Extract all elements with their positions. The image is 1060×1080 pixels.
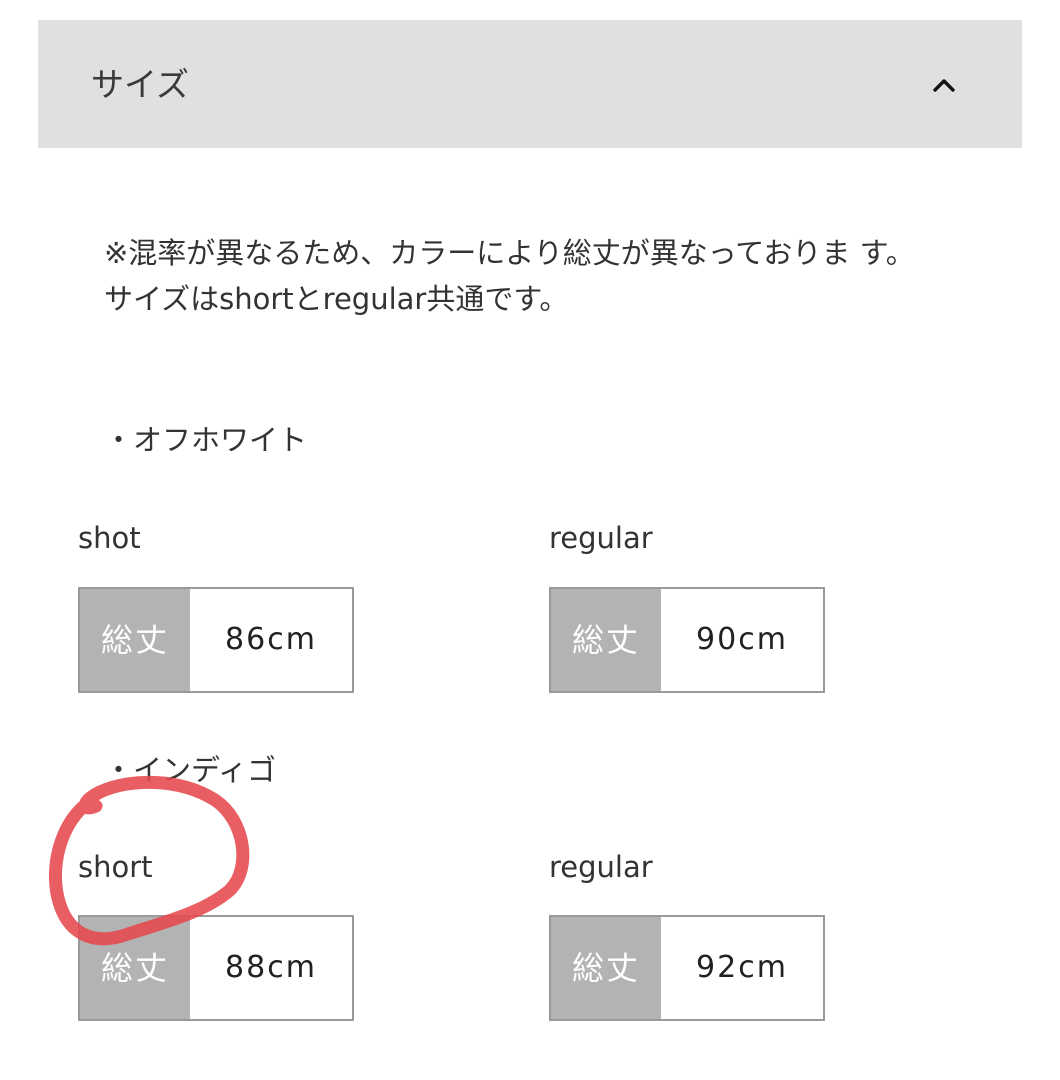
size-value: 88cm — [225, 950, 317, 985]
chevron-up-icon[interactable] — [931, 72, 957, 98]
note-common-size: サイズはshortとregular共通です。 — [104, 282, 569, 316]
size-value: 90cm — [696, 622, 788, 657]
size-key-label: 総丈 — [551, 917, 661, 1019]
size-key-label: 総丈 — [551, 589, 661, 691]
accordion-title: サイズ — [91, 65, 190, 104]
size-spec-box: 総丈 88cm — [78, 915, 354, 1021]
size-key-label: 総丈 — [80, 917, 190, 1019]
size-value: 92cm — [696, 950, 788, 985]
size-spec-box: 総丈 90cm — [549, 587, 825, 693]
size-notes: ※混率が異なるため、カラーにより総丈が異なっておりま す。 サイズはshortと… — [104, 230, 954, 322]
color-heading-indigo: ・インディゴ — [104, 753, 276, 787]
size-spec-box: 総丈 92cm — [549, 915, 825, 1021]
size-spec-box: 総丈 86cm — [78, 587, 354, 693]
variant-label: short — [78, 850, 153, 884]
size-key-label: 総丈 — [80, 589, 190, 691]
size-value: 86cm — [225, 622, 317, 657]
color-heading-offwhite: ・オフホワイト — [104, 423, 308, 457]
size-accordion-header[interactable]: サイズ — [38, 20, 1022, 148]
variant-label: shot — [78, 521, 141, 555]
note-blend-ratio: ※混率が異なるため、カラーにより総丈が異なっておりま す。 — [104, 236, 915, 270]
variant-label: regular — [549, 521, 653, 555]
variant-label: regular — [549, 850, 653, 884]
